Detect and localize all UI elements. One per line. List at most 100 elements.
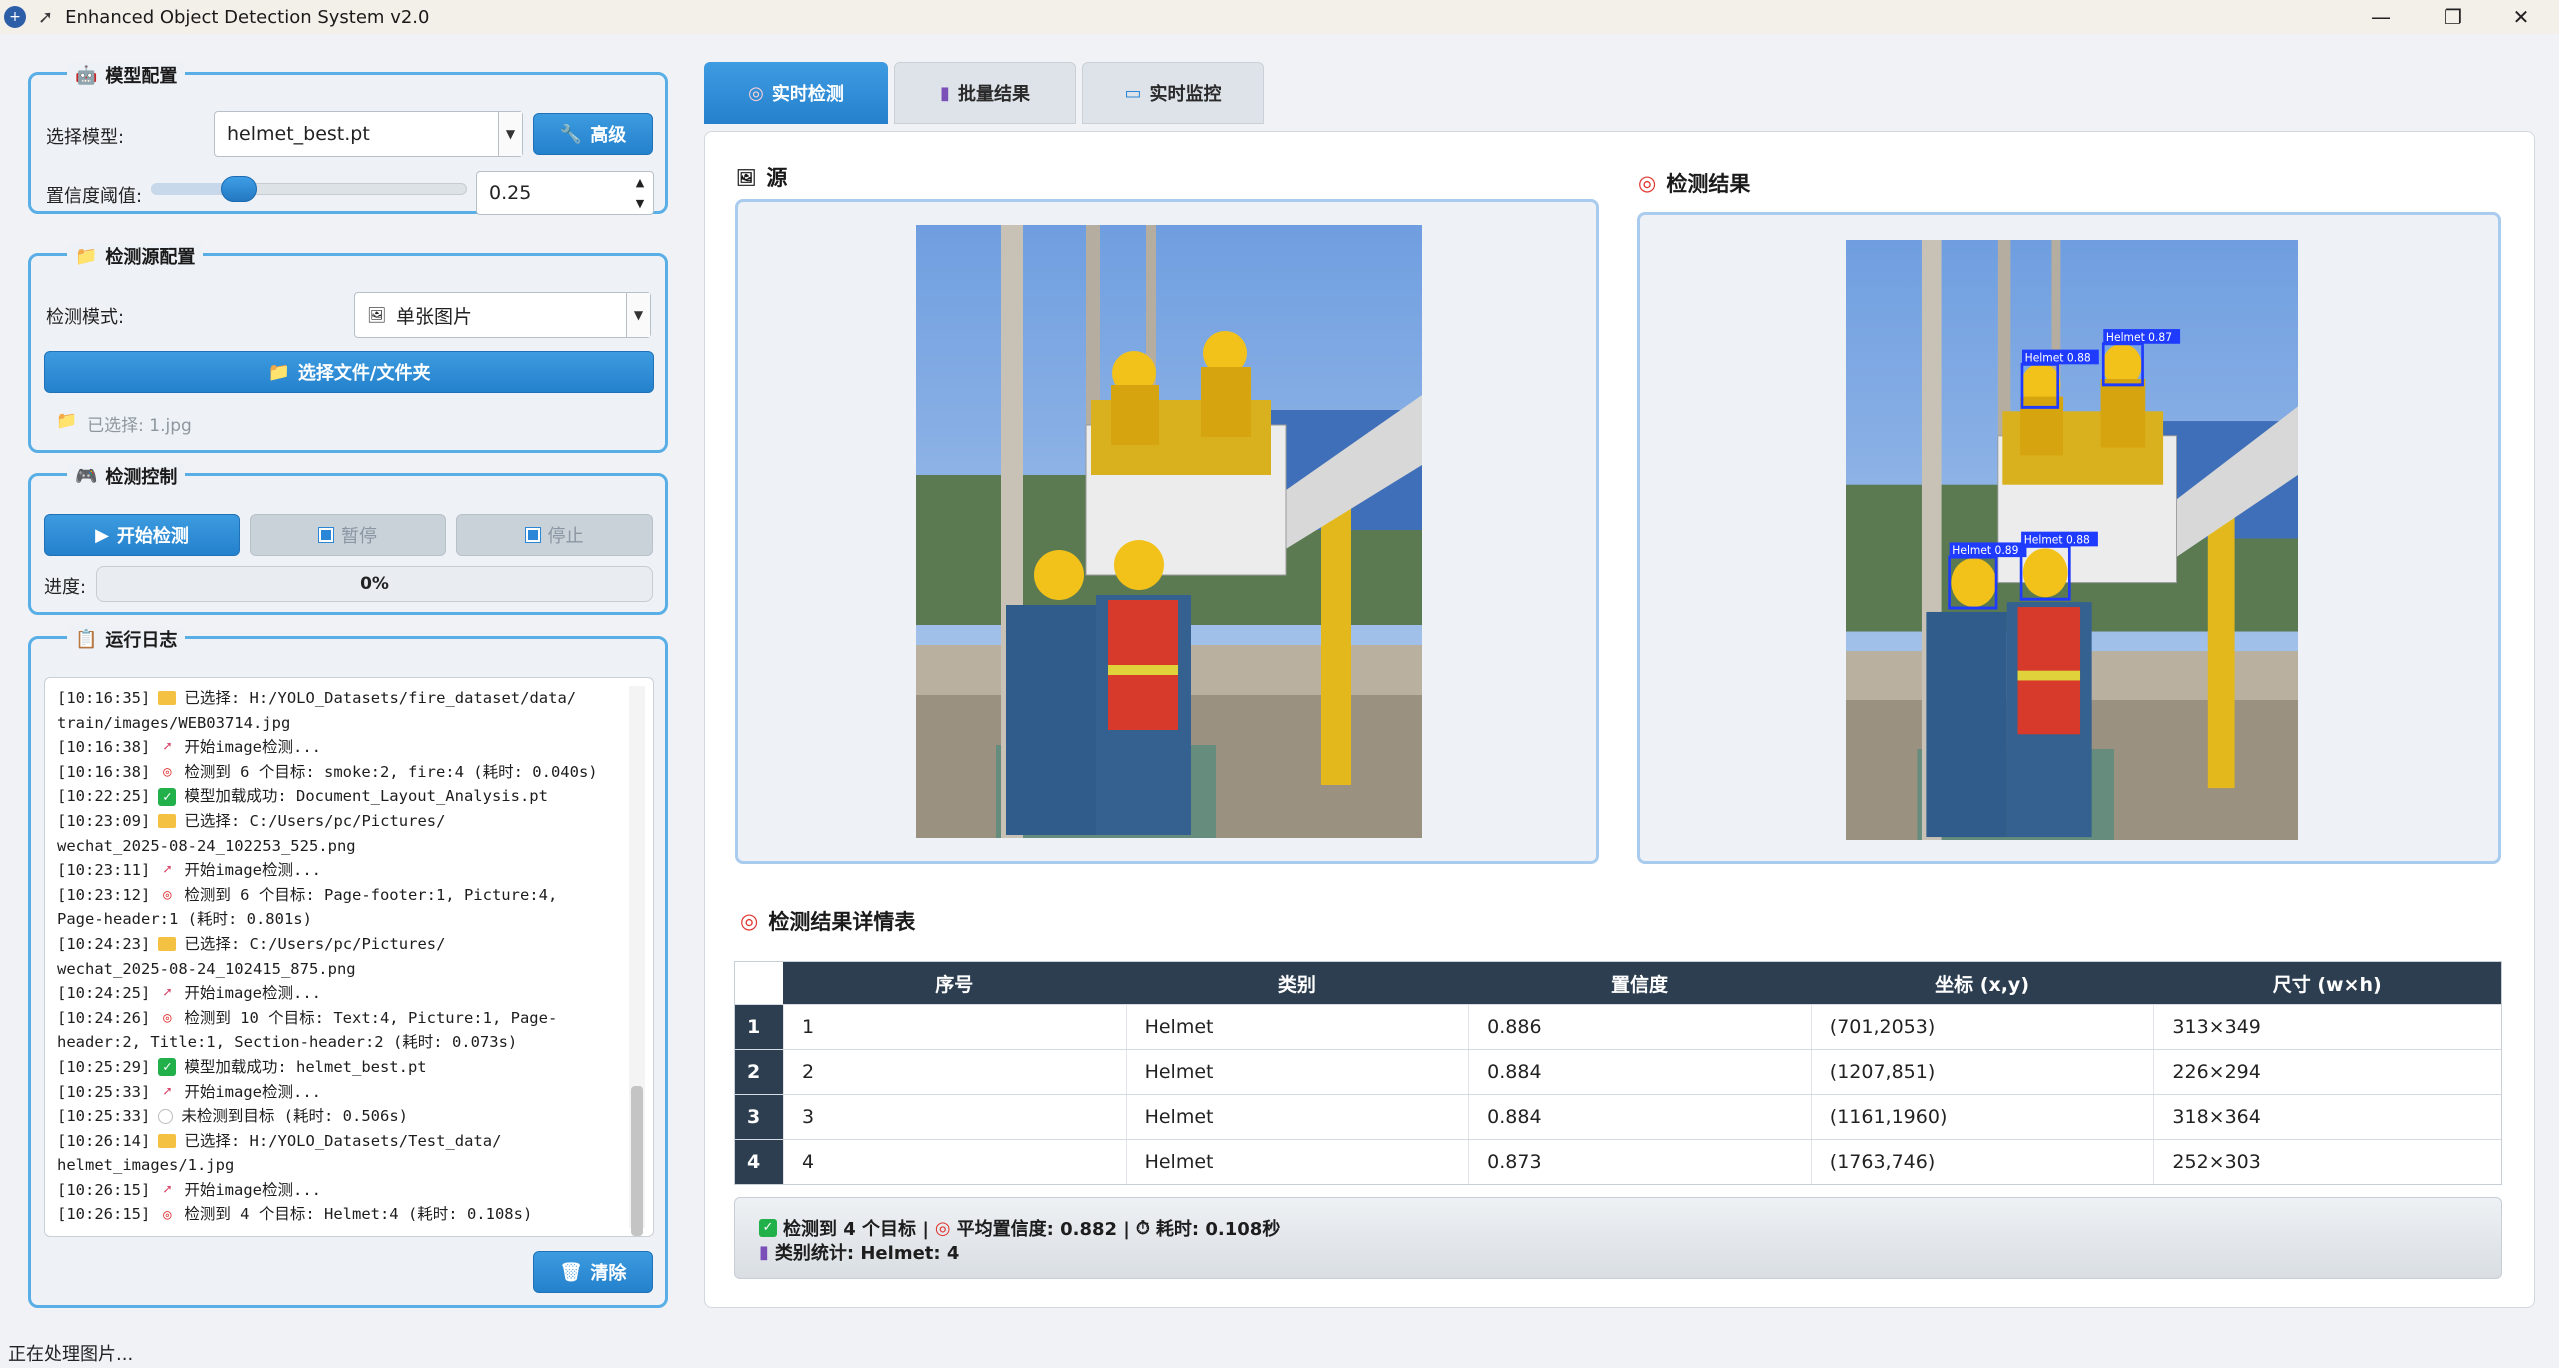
cell-confidence: 0.873 (1468, 1140, 1811, 1184)
model-select-value: helmet_best.pt (227, 123, 370, 145)
rocket-icon: ➚ (163, 985, 172, 1002)
log-timestamp: [10:23:11] (57, 861, 151, 880)
row-header: 3 (735, 1095, 783, 1139)
cell-seq: 3 (782, 1095, 1126, 1139)
table-row[interactable]: 1 1 Helmet 0.886 (701,2053) 313×349 (735, 1004, 2501, 1049)
tab-batch-results-label: 批量结果 (957, 84, 1030, 105)
cell-size: 313×349 (2153, 1005, 2501, 1049)
target-icon: ◎ (163, 1206, 172, 1223)
cell-size: 318×364 (2153, 1095, 2501, 1139)
summary-time: 耗时: 0.108秒 (1155, 1219, 1281, 1240)
log-timestamp: [10:22:25] (57, 787, 151, 806)
tab-batch-results[interactable]: ▮ 批量结果 (894, 62, 1076, 124)
model-select[interactable]: helmet_best.pt ▼ (214, 111, 523, 157)
select-model-label: 选择模型: (46, 127, 125, 148)
log-message: 已选择: H:/YOLO_Datasets/fire_dataset/data/ (184, 689, 577, 707)
ok-icon: ✓ (158, 1058, 177, 1077)
cell-class: Helmet (1125, 1005, 1469, 1049)
log-message: 检测到 10 个目标: Text:4, Picture:1, Page- (184, 1008, 558, 1027)
tab-realtime-monitor[interactable]: ▭ 实时监控 (1082, 62, 1264, 124)
row-header: 1 (735, 1005, 783, 1049)
pause-label: 暂停 (341, 526, 377, 547)
confidence-slider-handle[interactable] (221, 176, 257, 202)
stop-button[interactable]: 停止 (456, 514, 653, 556)
log-timestamp: [10:23:12] (57, 885, 151, 904)
log-message: 检测到 6 个目标: smoke:2, fire:4 (耗时: 0.040s) (184, 762, 598, 781)
cell-confidence: 0.886 (1468, 1005, 1811, 1049)
rocket-icon: ➚ (163, 1083, 172, 1100)
close-button[interactable]: ✕ (2488, 0, 2554, 34)
target-icon: ◎ (163, 764, 172, 781)
log-line: wechat_2025-08-24_102415_875.png (57, 957, 632, 982)
model-config-title: 模型配置 (105, 66, 178, 87)
advanced-button[interactable]: 🔧 高级 (533, 113, 653, 155)
column-header[interactable]: 坐标 (x,y) (1811, 962, 2154, 1004)
folder-icon (158, 691, 177, 706)
table-row[interactable]: 4 4 Helmet 0.873 (1763,746) 252×303 (735, 1139, 2501, 1184)
table-row[interactable]: 3 3 Helmet 0.884 (1161,1960) 318×364 (735, 1094, 2501, 1139)
log-scrollbar[interactable] (629, 686, 645, 1236)
log-line: [10:26:15] ➚ 开始image检测... (57, 1178, 632, 1203)
source-config-group: 📁 检测源配置 检测模式: 🖼 单张图片 ▼ 📁 选择文件/文件夹 📁 已选择: 1.… (28, 243, 668, 453)
log-message: 已选择: C:/Users/pc/Pictures/ (184, 811, 446, 830)
wrench-icon: 🔧 (559, 123, 583, 145)
log-line: helmet_images/1.jpg (57, 1153, 632, 1178)
chevron-down-icon[interactable]: ▼ (626, 293, 650, 337)
row-header: 4 (735, 1140, 783, 1184)
maximize-button[interactable]: ❐ (2420, 0, 2486, 34)
chevron-down-icon[interactable]: ▼ (498, 112, 522, 156)
log-timestamp: [10:24:26] (57, 1008, 151, 1027)
detect-mode-value: 单张图片 (396, 305, 473, 328)
stop-icon (525, 528, 540, 542)
minimize-button[interactable]: — (2348, 0, 2414, 34)
summary-category: 类别统计: Helmet: 4 (774, 1243, 960, 1264)
source-image (916, 225, 1422, 838)
table-row[interactable]: 2 2 Helmet 0.884 (1207,851) 226×294 (735, 1049, 2501, 1094)
target-icon: ◎ (934, 1217, 951, 1239)
detect-mode-select[interactable]: 🖼 单张图片 ▼ (354, 292, 651, 338)
cell-coordinate: (701,2053) (1810, 1005, 2154, 1049)
log-scrollbar-thumb[interactable] (631, 1086, 643, 1236)
pause-button[interactable]: 暂停 (250, 514, 446, 556)
detection-label: Helmet 0.87 (2106, 330, 2172, 344)
folder-icon: 📁 (56, 411, 78, 431)
log-message: wechat_2025-08-24_102415_875.png (57, 959, 356, 978)
trash-icon: 🗑 (559, 1261, 583, 1283)
log-area[interactable]: [10:16:35] 已选择: H:/YOLO_Datasets/fire_dat… (44, 677, 654, 1237)
log-line: [10:24:26] ◎ 检测到 10 个目标: Text:4, Picture:1… (57, 1006, 632, 1031)
column-header[interactable]: 尺寸 (w×h) (2153, 962, 2501, 1004)
stopwatch-icon: ⏱ (1135, 1217, 1150, 1239)
confidence-spinbox[interactable]: 0.25 ▲ ▼ (476, 171, 654, 215)
spin-down-icon[interactable]: ▼ (627, 193, 653, 214)
cell-seq: 4 (782, 1140, 1126, 1184)
window-title: Enhanced Object Detection System v2.0 (65, 6, 430, 28)
model-config-group: 🤖 模型配置 选择模型: helmet_best.pt ▼ 🔧 高级 置信度阈值: … (28, 62, 668, 215)
image-icon: 🖼 (736, 167, 757, 187)
detect-control-title: 检测控制 (105, 467, 178, 488)
detection-label: Helmet 0.88 (2024, 533, 2090, 547)
log-timestamp: [10:26:15] (57, 1205, 151, 1224)
select-file-button[interactable]: 📁 选择文件/文件夹 (44, 351, 654, 393)
summary-bar: ✓ 检测到 4 个目标 | ◎ 平均置信度: 0.882 | ⏱ 耗时: 0.1… (734, 1197, 2502, 1279)
result-title: 检测结果 (1666, 172, 1751, 196)
rocket-icon: ➚ (38, 6, 54, 28)
cell-seq: 1 (782, 1005, 1126, 1049)
log-line: [10:16:38] ➚ 开始image检测... (57, 735, 632, 760)
source-image-frame (735, 199, 1599, 864)
column-header[interactable]: 置信度 (1468, 962, 1811, 1004)
clear-log-button[interactable]: 🗑 清除 (533, 1251, 653, 1293)
log-line: [10:24:23] 已选择: C:/Users/pc/Pictures/ (57, 932, 632, 957)
ok-icon: ✓ (158, 787, 177, 806)
log-line: [10:16:35] 已选择: H:/YOLO_Datasets/fire_dat… (57, 686, 632, 711)
log-message: helmet_images/1.jpg (57, 1156, 235, 1175)
spin-up-icon[interactable]: ▲ (627, 172, 653, 193)
start-detect-button[interactable]: ▶ 开始检测 (44, 514, 240, 556)
check-icon: ✓ (759, 1219, 777, 1237)
column-header[interactable]: 序号 (783, 962, 1126, 1004)
column-header[interactable]: 类别 (1126, 962, 1469, 1004)
source-config-title: 检测源配置 (105, 247, 196, 268)
log-timestamp: [10:24:25] (57, 984, 151, 1003)
tab-realtime-detect[interactable]: ◎ 实时检测 (704, 62, 888, 124)
stop-label: 停止 (547, 526, 584, 547)
log-line: [10:24:25] ➚ 开始image检测... (57, 981, 632, 1006)
